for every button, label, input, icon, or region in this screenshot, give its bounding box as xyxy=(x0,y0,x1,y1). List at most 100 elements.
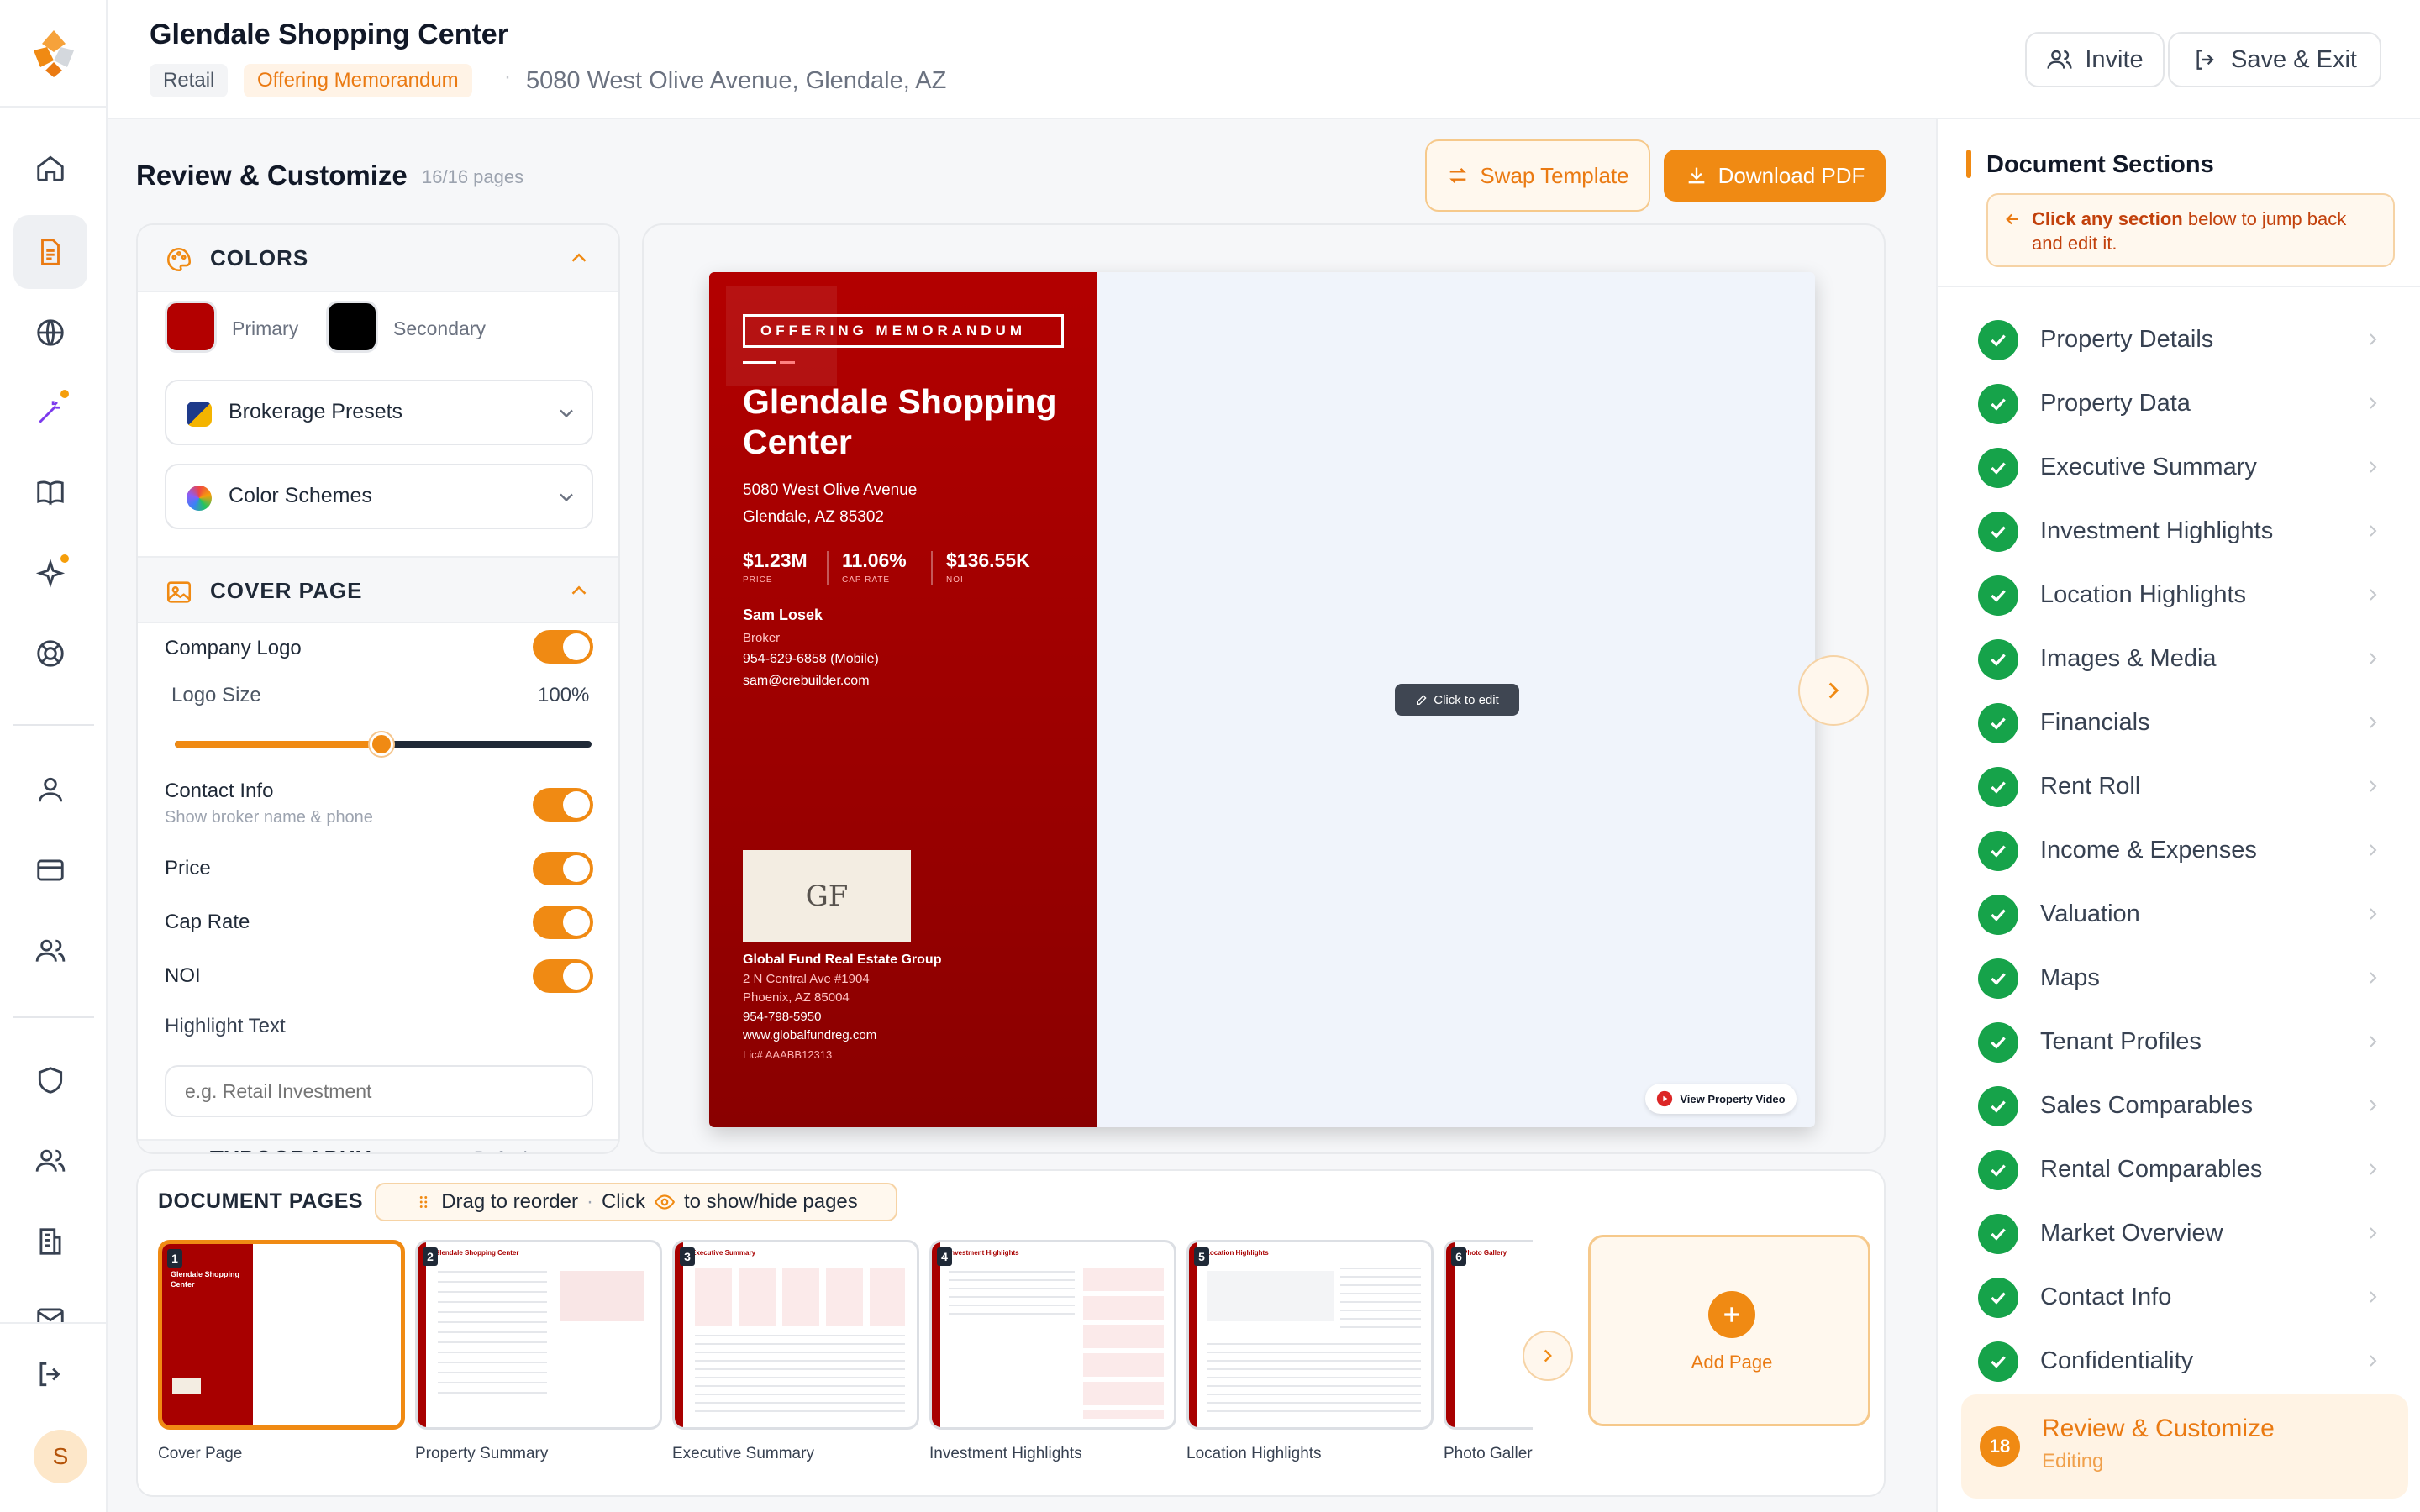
thumb-strip xyxy=(1446,1242,1455,1427)
cover-page-preview[interactable]: OFFERING MEMORANDUM Glendale Shopping Ce… xyxy=(709,272,1815,1127)
thumb-stat-column xyxy=(1083,1268,1164,1419)
nav-team[interactable] xyxy=(13,914,87,988)
page-number: 1 xyxy=(167,1249,182,1268)
logo-size-slider-handle[interactable] xyxy=(370,732,393,756)
save-exit-button[interactable]: Save & Exit xyxy=(2168,32,2381,87)
nav-home[interactable] xyxy=(13,131,87,205)
secondary-color-swatch[interactable] xyxy=(326,301,378,353)
nav-web[interactable] xyxy=(13,296,87,370)
check-circle-icon xyxy=(1978,575,2018,616)
page-thumbnail-property-summary[interactable]: Glendale Shopping Center 2 xyxy=(415,1240,662,1430)
section-item-review-customize[interactable]: 18 Review & Customize Editing xyxy=(1961,1394,2408,1499)
swap-template-button[interactable]: Swap Template xyxy=(1425,139,1650,212)
price-toggle[interactable] xyxy=(533,852,593,885)
chevron-up-icon[interactable] xyxy=(566,578,592,603)
cap-rate-toggle[interactable] xyxy=(533,906,593,939)
section-item[interactable]: Financials xyxy=(1978,696,2398,751)
page-thumbnail-investment-highlights[interactable]: Investment Highlights 4 xyxy=(929,1240,1176,1430)
cover-panel[interactable]: OFFERING MEMORANDUM Glendale Shopping Ce… xyxy=(709,272,1097,1127)
section-item[interactable]: Confidentiality xyxy=(1978,1334,2398,1389)
page-thumbnail-location-highlights[interactable]: Location Highlights 5 xyxy=(1186,1240,1434,1430)
section-item[interactable]: Executive Summary xyxy=(1978,440,2398,496)
section-item[interactable]: Valuation xyxy=(1978,887,2398,942)
nav-security[interactable] xyxy=(13,1043,87,1117)
cover-page-heading: COVER PAGE xyxy=(210,578,363,603)
section-label: Market Overview xyxy=(2040,1220,2223,1247)
review-title: Review & Customize xyxy=(136,160,408,191)
page-thumbnail-photo-gallery[interactable]: Photo Gallery 6 xyxy=(1444,1240,1533,1430)
divider xyxy=(1938,286,2420,287)
section-item[interactable]: Market Overview xyxy=(1978,1206,2398,1262)
thumb-logo xyxy=(172,1378,201,1394)
colors-section-header[interactable]: COLORS xyxy=(138,225,618,292)
section-item[interactable]: Contact Info xyxy=(1978,1270,2398,1326)
highlight-text-input[interactable] xyxy=(165,1065,593,1117)
page-label: Investment Highlights xyxy=(929,1445,1082,1462)
nav-logout[interactable] xyxy=(13,1337,87,1411)
nav-mail[interactable] xyxy=(13,1282,87,1322)
nav-ai-magic[interactable] xyxy=(13,375,87,449)
plus-icon xyxy=(1708,1291,1755,1338)
nav-contacts[interactable] xyxy=(13,1124,87,1198)
document-pages-heading: DOCUMENT PAGES xyxy=(158,1189,364,1213)
firm-info: Global Fund Real Estate Group 2 N Centra… xyxy=(743,951,941,1064)
download-pdf-button[interactable]: Download PDF xyxy=(1664,150,1886,202)
section-item[interactable]: Location Highlights xyxy=(1978,568,2398,623)
thumbnails-next-button[interactable] xyxy=(1523,1331,1573,1381)
rail-divider xyxy=(13,724,94,726)
broker-email: sam@crebuilder.com xyxy=(743,674,870,688)
user-avatar[interactable]: S xyxy=(34,1430,87,1483)
page-thumbnail-executive-summary[interactable]: Executive Summary 3 xyxy=(672,1240,919,1430)
section-item[interactable]: Investment Highlights xyxy=(1978,504,2398,559)
brokerage-presets-dropdown[interactable]: Brokerage Presets xyxy=(165,380,593,445)
primary-color-swatch[interactable] xyxy=(165,301,217,353)
company-logo-toggle[interactable] xyxy=(533,630,593,664)
nav-ai-assistant[interactable] xyxy=(13,538,87,612)
section-item[interactable]: Images & Media xyxy=(1978,632,2398,687)
section-item[interactable]: Income & Expenses xyxy=(1978,823,2398,879)
document-type-tag: Offering Memorandum xyxy=(244,64,472,97)
swap-icon xyxy=(1446,164,1470,187)
nav-profile[interactable] xyxy=(13,753,87,827)
nav-billing[interactable] xyxy=(13,833,87,907)
cover-page-section-header[interactable]: COVER PAGE xyxy=(138,556,618,623)
download-pdf-label: Download PDF xyxy=(1718,162,1865,188)
section-label: Maps xyxy=(2040,964,2100,991)
view-property-video-button[interactable]: View Property Video xyxy=(1645,1084,1797,1114)
section-item[interactable]: Rent Roll xyxy=(1978,759,2398,815)
section-item[interactable]: Maps xyxy=(1978,951,2398,1006)
color-schemes-dropdown[interactable]: Color Schemes xyxy=(165,464,593,529)
credit-card-icon xyxy=(34,854,66,886)
invite-button[interactable]: Invite xyxy=(2025,32,2165,87)
nav-properties[interactable] xyxy=(13,1205,87,1278)
contact-info-toggle[interactable] xyxy=(533,788,593,822)
nav-library[interactable] xyxy=(13,455,87,529)
section-label: Review & Customize xyxy=(2042,1415,2275,1442)
chevron-up-icon[interactable] xyxy=(566,245,592,270)
colors-heading: COLORS xyxy=(210,245,309,270)
noi-toggle[interactable] xyxy=(533,959,593,993)
page-thumbnail-cover[interactable]: Glendale Shopping Center 1 xyxy=(158,1240,405,1430)
section-item[interactable]: Rental Comparables xyxy=(1978,1142,2398,1198)
broker-name: Sam Losek xyxy=(743,606,823,623)
check-circle-icon xyxy=(1978,767,2018,807)
section-item[interactable]: Sales Comparables xyxy=(1978,1079,2398,1134)
book-icon xyxy=(34,476,66,508)
next-page-button[interactable] xyxy=(1798,655,1869,726)
chevron-right-icon xyxy=(2363,585,2383,605)
nav-help[interactable] xyxy=(13,617,87,690)
typography-section-header[interactable]: TYPOGRAPHY Default xyxy=(138,1139,618,1152)
nav-documents[interactable] xyxy=(13,215,87,289)
page-label: Photo Gallery xyxy=(1444,1445,1533,1462)
chevron-right-icon xyxy=(2363,457,2383,477)
price-label: PRICE xyxy=(743,575,773,585)
section-item[interactable]: Property Data xyxy=(1978,376,2398,432)
section-item[interactable]: Property Details xyxy=(1978,312,2398,368)
add-page-button[interactable]: Add Page xyxy=(1588,1235,1870,1426)
thumb-heading: Photo Gallery xyxy=(1463,1249,1507,1257)
click-to-edit-tooltip[interactable]: Click to edit xyxy=(1395,684,1519,716)
app-logo[interactable] xyxy=(29,27,79,81)
section-item[interactable]: Tenant Profiles xyxy=(1978,1015,2398,1070)
section-label: Property Data xyxy=(2040,390,2191,417)
noi-stat: $136.55K NOI xyxy=(946,549,1030,585)
